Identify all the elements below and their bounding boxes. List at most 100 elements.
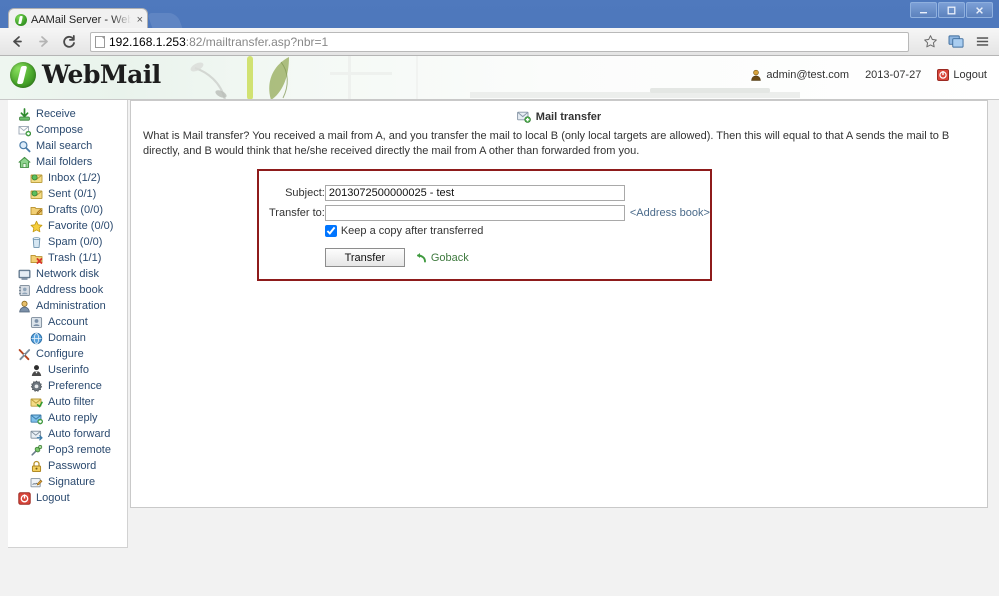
address-book-link[interactable]: <Address book> bbox=[625, 207, 710, 219]
sidebar-item-inbox[interactable]: Inbox (1/2) bbox=[8, 170, 127, 186]
keep-copy-row: Keep a copy after transferred bbox=[269, 223, 710, 239]
goback-link[interactable]: Goback bbox=[415, 252, 469, 264]
transfer-to-input[interactable] bbox=[324, 205, 625, 221]
back-button[interactable] bbox=[6, 31, 28, 53]
browser-window: AAMail Server - Webma × 192.168.1.253:82… bbox=[0, 0, 999, 596]
sidebar-label: Administration bbox=[36, 300, 106, 312]
sidebar-item-drafts[interactable]: Drafts (0/0) bbox=[8, 202, 127, 218]
user-email-cell: admin@test.com bbox=[750, 69, 849, 81]
sidebar-item-administration[interactable]: Administration bbox=[8, 298, 127, 314]
subject-input[interactable] bbox=[324, 185, 625, 201]
transfer-to-field-cell bbox=[324, 203, 625, 223]
sidebar-item-network-disk[interactable]: Network disk bbox=[8, 266, 127, 282]
tab-strip: AAMail Server - Webma × bbox=[0, 4, 999, 30]
lock-icon bbox=[31, 460, 42, 472]
browser-tab[interactable]: AAMail Server - Webma × bbox=[8, 8, 148, 30]
sent-icon bbox=[30, 189, 43, 199]
reload-button[interactable] bbox=[58, 31, 80, 53]
sidebar-label: Preference bbox=[48, 380, 102, 392]
signature-icon bbox=[30, 477, 43, 487]
decorative-shelf-graphic bbox=[470, 88, 800, 98]
keep-copy-label: Keep a copy after transferred bbox=[340, 225, 484, 237]
sidebar-item-userinfo[interactable]: Userinfo bbox=[8, 362, 127, 378]
url-host: 192.168.1.253 bbox=[109, 34, 186, 49]
auto-filter-icon bbox=[30, 398, 43, 407]
sidebar-item-preference[interactable]: Preference bbox=[8, 378, 127, 394]
subject-row: Subject: bbox=[269, 183, 710, 203]
form-actions: Transfer Goback bbox=[324, 248, 625, 267]
form-table: Subject: Transfer to: bbox=[269, 183, 710, 269]
sidebar-item-signature[interactable]: Signature bbox=[8, 474, 127, 490]
sidebar-navigation: Receive Compose Mail search Mail folders… bbox=[8, 100, 128, 548]
logout-icon bbox=[18, 491, 31, 505]
keep-copy-group: Keep a copy after transferred bbox=[324, 225, 625, 237]
sidebar-label: Auto forward bbox=[48, 428, 111, 440]
page-title: Mail transfer bbox=[131, 111, 987, 123]
sidebar-label: Drafts (0/0) bbox=[48, 204, 104, 216]
sidebar-item-mail-search[interactable]: Mail search bbox=[8, 138, 127, 154]
user-email-text: admin@test.com bbox=[766, 69, 850, 81]
sidebar-item-sent[interactable]: Sent (0/1) bbox=[8, 186, 127, 202]
site-logo[interactable]: WebMail bbox=[10, 60, 161, 89]
sidebar-label: Account bbox=[48, 316, 88, 328]
sidebar-label: Mail folders bbox=[36, 156, 93, 168]
sidebar-item-pop3-remote[interactable]: Pop3 remote bbox=[8, 442, 127, 458]
goback-label: Goback bbox=[430, 251, 469, 264]
user-icon bbox=[751, 69, 762, 81]
logout-icon bbox=[937, 69, 950, 81]
url-path: :82/mailtransfer.asp?nbr=1 bbox=[185, 34, 329, 49]
mail-transfer-icon bbox=[516, 111, 531, 123]
drafts-icon bbox=[30, 206, 43, 215]
account-icon bbox=[30, 316, 43, 328]
spam-icon bbox=[32, 236, 41, 248]
goback-arrow-icon bbox=[416, 252, 426, 262]
sidebar-item-logout[interactable]: Logout bbox=[8, 490, 127, 506]
tab-close-icon[interactable]: × bbox=[135, 14, 143, 26]
sidebar-label: Sent (0/1) bbox=[48, 188, 97, 200]
auto-reply-icon bbox=[30, 414, 43, 424]
decorative-blur-graphic bbox=[330, 56, 418, 99]
sidebar-item-account[interactable]: Account bbox=[8, 314, 127, 330]
sidebar-label: Logout bbox=[36, 492, 70, 504]
sidebar-item-address-book[interactable]: Address book bbox=[8, 282, 127, 298]
transfer-to-row: Transfer to: <Address book> bbox=[269, 203, 710, 223]
sidebar-item-receive[interactable]: Receive bbox=[8, 106, 127, 122]
pop3-remote-icon bbox=[31, 444, 43, 456]
sidebar-item-auto-filter[interactable]: Auto filter bbox=[8, 394, 127, 410]
sidebar-label: Inbox (1/2) bbox=[48, 172, 101, 184]
sidebar-item-auto-reply[interactable]: Auto reply bbox=[8, 410, 127, 426]
configure-tools-icon bbox=[18, 348, 31, 360]
address-bar[interactable]: 192.168.1.253:82/mailtransfer.asp?nbr=1 bbox=[90, 31, 909, 52]
page-viewport: WebMail admin@test.com 2013-07-27 Logout… bbox=[0, 56, 999, 596]
sidebar-item-compose[interactable]: Compose bbox=[8, 122, 127, 138]
sidebar-item-favorite[interactable]: Favorite (0/0) bbox=[8, 218, 127, 234]
sidebar-item-auto-forward[interactable]: Auto forward bbox=[8, 426, 127, 442]
administration-icon bbox=[19, 300, 30, 312]
tab-title: AAMail Server - Webma bbox=[31, 13, 131, 26]
page-body: Receive Compose Mail search Mail folders… bbox=[0, 100, 999, 596]
url-text: 192.168.1.253:82/mailtransfer.asp?nbr=1 bbox=[109, 35, 328, 49]
transfer-button[interactable]: Transfer bbox=[324, 248, 405, 267]
page-description: What is Mail transfer? You received a ma… bbox=[143, 130, 950, 157]
content-panel: Mail transfer What is Mail transfer? You… bbox=[130, 100, 988, 508]
bookmark-star-icon[interactable] bbox=[919, 31, 941, 53]
extension-window-icon[interactable] bbox=[945, 31, 967, 53]
forward-button[interactable] bbox=[32, 31, 54, 53]
receive-icon bbox=[19, 107, 30, 121]
sidebar-label: Signature bbox=[48, 476, 96, 488]
keep-copy-checkbox[interactable] bbox=[324, 225, 337, 237]
page-info-icon bbox=[95, 35, 105, 48]
sidebar-item-mail-folders[interactable]: Mail folders bbox=[8, 154, 127, 170]
sidebar-item-trash[interactable]: Trash (1/1) bbox=[8, 250, 127, 266]
sidebar-item-domain[interactable]: Domain bbox=[8, 330, 127, 346]
mail-transfer-form: Subject: Transfer to: bbox=[257, 169, 712, 281]
sidebar-item-spam[interactable]: Spam (0/0) bbox=[8, 234, 127, 250]
current-date: 2013-07-27 bbox=[865, 69, 922, 81]
sidebar-label: Network disk bbox=[36, 268, 99, 280]
sidebar-label: Address book bbox=[36, 284, 104, 296]
hamburger-menu-icon[interactable] bbox=[971, 31, 993, 53]
sidebar-item-password[interactable]: Password bbox=[8, 458, 127, 474]
sidebar-item-configure[interactable]: Configure bbox=[8, 346, 127, 362]
star-icon bbox=[30, 220, 43, 232]
logout-link[interactable]: Logout bbox=[937, 69, 987, 81]
